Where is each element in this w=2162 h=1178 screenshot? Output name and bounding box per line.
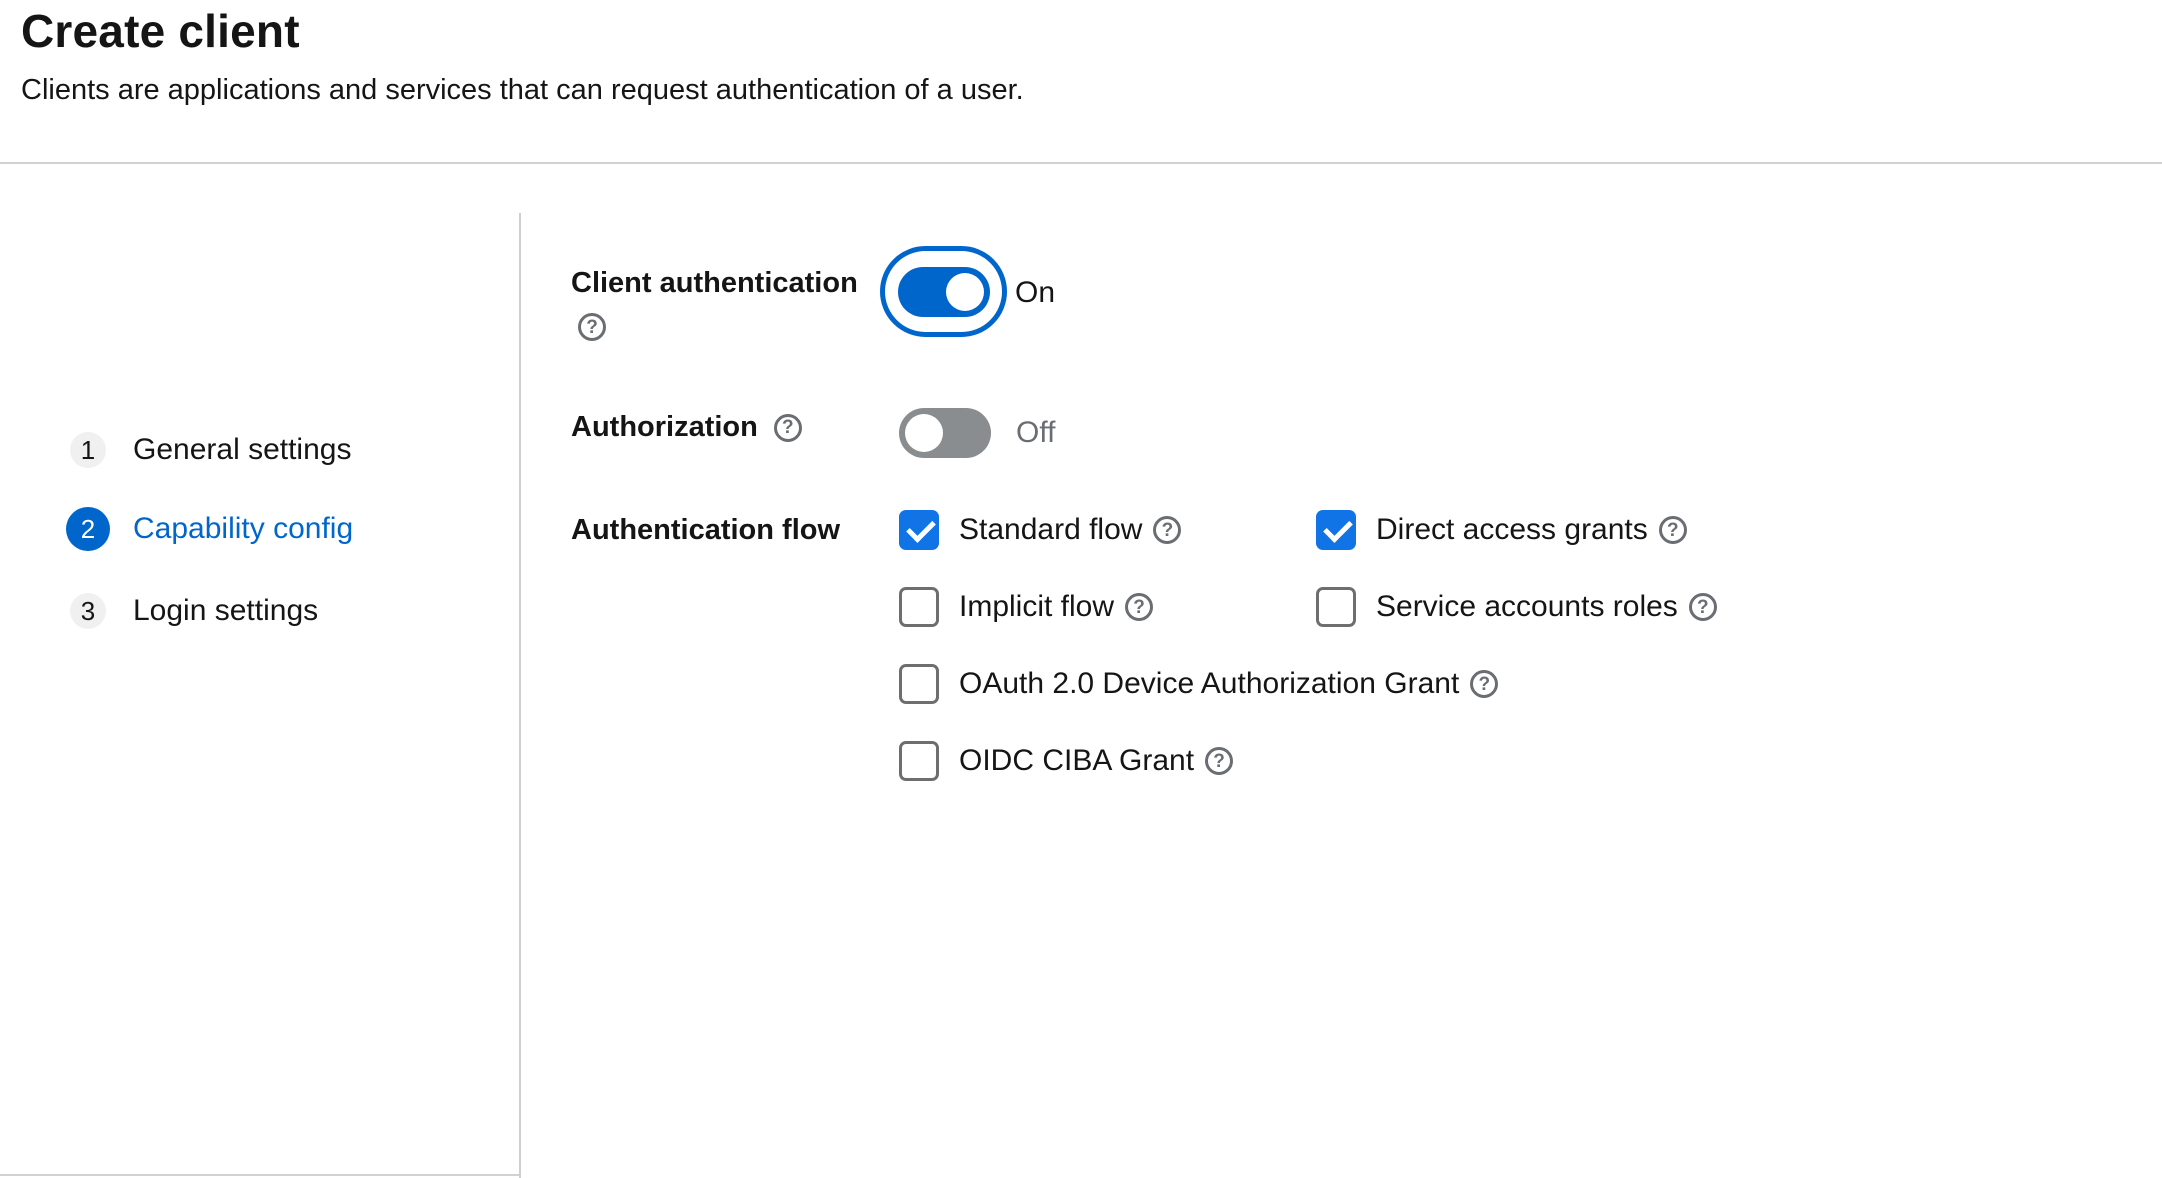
checkbox-label: OIDC CIBA Grant: [959, 744, 1194, 778]
checkbox-label: Service accounts roles: [1376, 590, 1678, 624]
wizard-step-login-settings[interactable]: 3 Login settings: [70, 593, 318, 629]
authorization-state: Off: [1016, 416, 1055, 450]
step-label: Capability config: [133, 512, 353, 546]
step-number-badge: 2: [66, 507, 110, 551]
question-circle-icon[interactable]: ?: [1125, 593, 1153, 621]
page-title: Create client: [21, 4, 300, 58]
question-circle-icon[interactable]: ?: [1153, 516, 1181, 544]
checkbox[interactable]: [1316, 587, 1356, 627]
capability-config-form: Client authentication ? On Authorization…: [520, 163, 2162, 1178]
checkbox-label: Standard flow: [959, 513, 1142, 547]
wizard-step-general-settings[interactable]: 1 General settings: [70, 432, 351, 468]
checkbox[interactable]: [1316, 510, 1356, 550]
question-circle-icon[interactable]: ?: [1689, 593, 1717, 621]
toggle-switch[interactable]: [898, 267, 990, 317]
checkbox-label: OAuth 2.0 Device Authorization Grant: [959, 667, 1459, 701]
create-client-page: Create client Clients are applications a…: [0, 0, 2162, 1178]
step-number-badge: 3: [70, 593, 106, 629]
question-circle-icon[interactable]: ?: [1205, 747, 1233, 775]
step-label: General settings: [133, 433, 351, 467]
auth-flow-option-oidc-ciba-grant: OIDC CIBA Grant ?: [899, 741, 1717, 781]
authentication-flow-options: Standard flow ? Direct access grants ? I…: [899, 510, 1717, 781]
client-authentication-label: Client authentication: [571, 267, 858, 300]
wizard-step-capability-config[interactable]: 2 Capability config: [66, 507, 353, 551]
auth-flow-option-direct-access-grants: Direct access grants ?: [1316, 510, 1717, 550]
question-circle-icon[interactable]: ?: [1470, 670, 1498, 698]
checkbox[interactable]: [899, 741, 939, 781]
checkbox[interactable]: [899, 587, 939, 627]
checkbox-label: Direct access grants: [1376, 513, 1648, 547]
auth-flow-option-oauth-2-0-device-authorization-grant: OAuth 2.0 Device Authorization Grant ?: [899, 664, 1717, 704]
question-circle-icon[interactable]: ?: [578, 313, 606, 341]
auth-flow-option-implicit-flow: Implicit flow ?: [899, 587, 1316, 627]
client-authentication-toggle[interactable]: [880, 246, 1007, 337]
authorization-label: Authorization: [571, 411, 758, 444]
step-number-badge: 1: [70, 432, 106, 468]
authorization-toggle[interactable]: [899, 408, 991, 458]
authorization-label-row: Authorization ?: [571, 411, 802, 444]
step-label: Login settings: [133, 594, 318, 628]
checkbox[interactable]: [899, 664, 939, 704]
question-circle-icon[interactable]: ?: [1659, 516, 1687, 544]
auth-flow-option-service-accounts-roles: Service accounts roles ?: [1316, 587, 1717, 627]
checkbox-label: Implicit flow: [959, 590, 1114, 624]
authentication-flow-label: Authentication flow: [571, 514, 840, 547]
auth-flow-option-standard-flow: Standard flow ?: [899, 510, 1316, 550]
page-subtitle: Clients are applications and services th…: [21, 74, 1024, 107]
client-authentication-state: On: [1015, 276, 1055, 310]
question-circle-icon[interactable]: ?: [774, 414, 802, 442]
wizard-nav: 1 General settings 2 Capability config 3…: [0, 163, 519, 1178]
toggle-knob: [946, 273, 984, 311]
checkbox[interactable]: [899, 510, 939, 550]
wizard-nav-bottom-border: [0, 1174, 519, 1176]
toggle-knob: [905, 414, 943, 452]
